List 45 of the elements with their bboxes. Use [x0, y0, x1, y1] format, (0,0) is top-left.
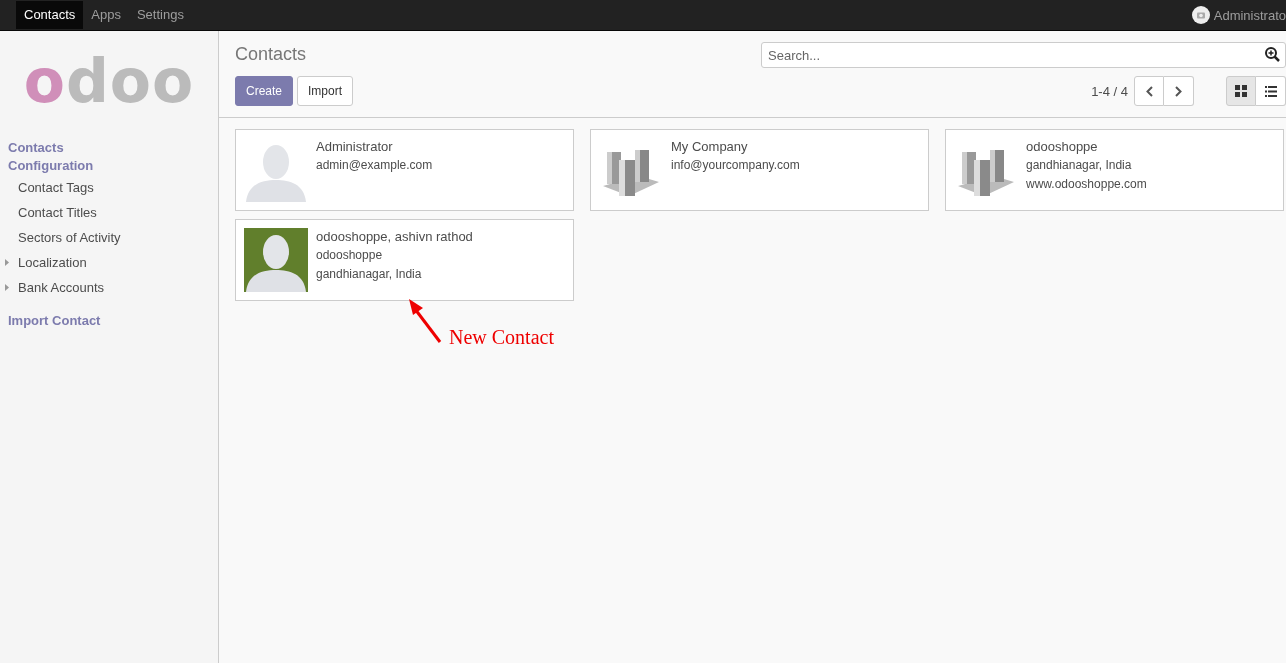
- search-icon: [1265, 47, 1280, 62]
- menu-section[interactable]: Contacts: [0, 139, 218, 157]
- grid-icon: [1235, 85, 1247, 97]
- menu-item[interactable]: Contact Titles: [0, 200, 218, 225]
- list-icon: [1264, 85, 1277, 97]
- search-field[interactable]: Search...: [761, 42, 1286, 68]
- menu-section[interactable]: Configuration: [0, 157, 218, 175]
- create-button[interactable]: Create: [235, 76, 294, 106]
- view-switch-button[interactable]: [1226, 76, 1256, 106]
- menu-section[interactable]: Import Contact: [0, 312, 218, 330]
- contact-name: Administrator: [316, 138, 394, 155]
- contact-detail: gandhianagar, India: [1026, 157, 1133, 174]
- nav-menu-item[interactable]: Apps: [83, 1, 129, 29]
- contact-detail: www.odooshoppe.com: [1026, 176, 1147, 193]
- contact-detail: admin@example.com: [316, 157, 433, 174]
- contact-name: My Company: [671, 138, 749, 155]
- chevron-right-icon: [1175, 85, 1182, 97]
- view-switch-button[interactable]: [1256, 76, 1286, 106]
- contact-card[interactable]: My Company info@yourcompany.com: [590, 129, 929, 211]
- contact-card[interactable]: Administrator admin@example.com: [235, 129, 574, 211]
- menu-item[interactable]: Sectors of Activity: [0, 225, 218, 250]
- contact-name: odooshoppe: [1026, 138, 1099, 155]
- menu-item[interactable]: Bank Accounts: [0, 275, 218, 300]
- contact-card[interactable]: odooshoppe gandhianagar, India www.odooshoppe.com: [945, 129, 1284, 211]
- contact-detail: gandhianagar, India: [316, 266, 423, 283]
- chevron-left-icon: [1145, 85, 1153, 97]
- annotation-text: New Contact: [449, 326, 554, 349]
- logo: odoo: [22, 49, 196, 113]
- contact-detail: odooshoppe: [316, 247, 384, 264]
- caret-icon: [5, 259, 9, 266]
- menu-item[interactable]: Localization: [0, 250, 218, 275]
- nav-menu-item[interactable]: Contacts: [16, 1, 84, 29]
- contact-name: odooshoppe, ashivn rathod: [316, 228, 473, 245]
- menu-item[interactable]: Contact Tags: [0, 175, 218, 200]
- avatar-icon: [1191, 6, 1210, 24]
- page-title: Contacts: [235, 43, 308, 66]
- nav-menu-item[interactable]: Settings: [128, 1, 192, 29]
- contact-card[interactable]: odooshoppe, ashivn rathod odooshoppe gandhianagar, India: [235, 219, 574, 301]
- previous-button[interactable]: [1134, 76, 1164, 106]
- contact-detail: info@yourcompany.com: [671, 157, 800, 174]
- pager-text: 1-4 / 4: [1091, 83, 1128, 99]
- next-button[interactable]: [1164, 76, 1194, 106]
- caret-icon: [5, 284, 9, 291]
- import-button[interactable]: Import: [297, 76, 354, 106]
- user-menu[interactable]: Administrato: [1191, 6, 1286, 24]
